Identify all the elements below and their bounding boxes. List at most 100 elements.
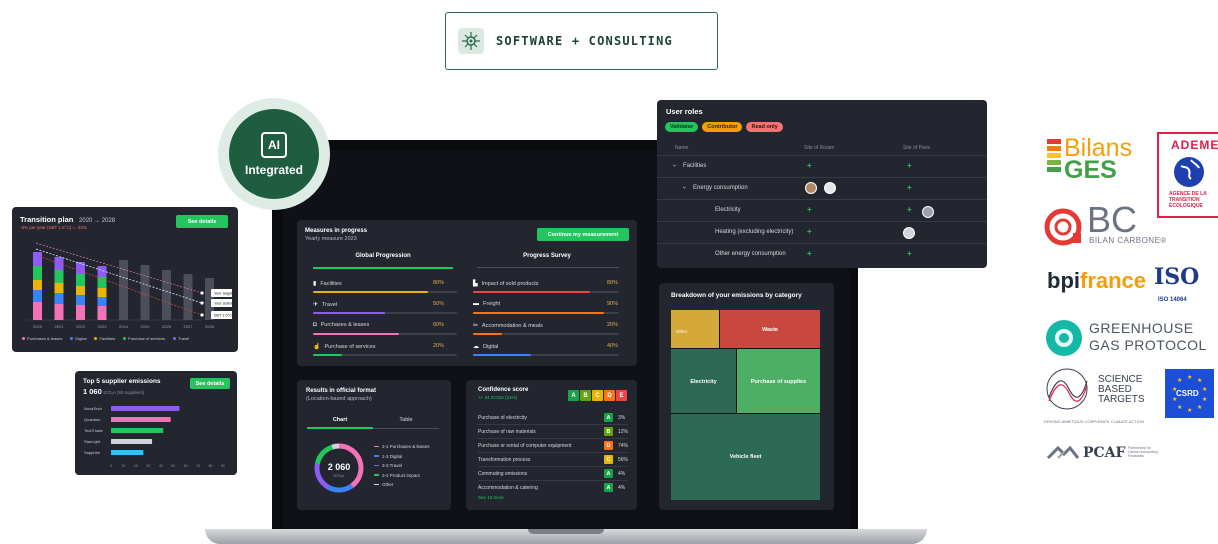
- avatar[interactable]: [903, 227, 915, 239]
- add-role-icon[interactable]: +: [807, 249, 812, 258]
- bilans-ges-logo-bars: [1047, 139, 1061, 181]
- measure-label: Travel: [322, 301, 338, 308]
- avatar[interactable]: [922, 206, 934, 218]
- measure-row[interactable]: ▙ Impact of sold products: [473, 280, 539, 288]
- treemap-vehicle-fleet[interactable]: Vehicle fleet: [671, 414, 820, 500]
- user-roles-row[interactable]: Other energy consumption + +: [657, 243, 987, 265]
- bar-segment-travel: [33, 252, 42, 266]
- treemap-electricity[interactable]: Electricity: [671, 349, 736, 413]
- iso-logo: ISO: [1154, 264, 1200, 290]
- tab-global-progression[interactable]: Global Progression: [313, 253, 453, 259]
- confidence-scale: ABCDE: [568, 390, 628, 401]
- pcaf-tagline: Partnership for Carbon Accounting Financ…: [1128, 446, 1158, 458]
- user-roles-row[interactable]: › Energy consumption +: [657, 177, 987, 199]
- role-pill[interactable]: Contributor: [702, 122, 743, 132]
- svg-text:★: ★: [1197, 377, 1202, 384]
- supplier-bar: [111, 428, 164, 433]
- measure-pct: 50%: [433, 301, 445, 307]
- see-more-link[interactable]: See 10 more: [478, 495, 504, 500]
- tab-table[interactable]: Table: [373, 417, 439, 423]
- supplier-bar: [111, 417, 171, 422]
- add-role-icon[interactable]: +: [907, 161, 912, 170]
- chevron-down-icon[interactable]: ›: [681, 186, 688, 188]
- user-roles-panel: User roles Validator Contributor Read only…: [657, 100, 987, 268]
- bar-segment-services: [33, 266, 42, 280]
- donut-slice: [331, 443, 340, 450]
- software-consulting-badge: SOFTWARE + CONSULTING: [445, 12, 718, 70]
- treemap-waste[interactable]: Waste: [720, 310, 820, 348]
- bar-segment-services: [54, 270, 64, 283]
- role-pill[interactable]: Validator: [665, 122, 699, 132]
- tab-progress-survey[interactable]: Progress Survey: [477, 253, 617, 259]
- transition-see-details-button[interactable]: See details: [176, 215, 228, 228]
- add-role-icon[interactable]: +: [807, 227, 812, 236]
- role-pill[interactable]: Read only: [746, 122, 783, 132]
- treemap-other[interactable]: Other: [671, 310, 719, 348]
- donut-slice: [327, 483, 354, 493]
- add-role-icon[interactable]: +: [807, 161, 812, 170]
- add-role-icon[interactable]: +: [807, 205, 812, 214]
- supplier-tick: 10: [121, 464, 125, 468]
- measure-bar-track: [313, 333, 457, 335]
- supplier-name: StarLight: [84, 439, 101, 444]
- confidence-pct: 3%: [618, 415, 626, 421]
- grade-scale-item: D: [604, 390, 615, 401]
- measure-label: Accommodation & meals: [482, 322, 543, 329]
- supplier-title: Top 5 supplier emissions: [83, 378, 161, 385]
- confidence-grade: D: [604, 441, 613, 450]
- measures-title: Measures in progress: [305, 228, 368, 234]
- results-legend-item: 2-1 Purchases & leases: [374, 444, 430, 449]
- measure-row[interactable]: ▮ Facilities: [313, 280, 342, 288]
- bar-segment-facilities: [54, 283, 64, 293]
- measure-row[interactable]: ▬ Freight: [473, 301, 500, 307]
- user-roles-row[interactable]: Heating (excluding electricity) +: [657, 221, 987, 243]
- supplier-tick: 0: [110, 464, 112, 468]
- continue-measurement-button[interactable]: Continue my measurement: [537, 228, 629, 241]
- hand-icon: ☝: [313, 344, 321, 350]
- treemap-vehicle-fleet-label: Vehicle fleet: [729, 454, 762, 460]
- measure-pct: 80%: [607, 280, 619, 286]
- svg-text:★: ★: [1177, 377, 1182, 384]
- bar-segment-facilities: [76, 286, 85, 295]
- sbt-tagline: DRIVING AMBITIOUS CORPORATE CLIMATE ACTI…: [1044, 419, 1144, 424]
- chevron-down-icon[interactable]: ›: [671, 164, 678, 166]
- measure-label: Digital: [483, 343, 499, 350]
- measure-row[interactable]: ☝ Purchase of services: [313, 343, 376, 351]
- add-role-icon[interactable]: +: [907, 183, 912, 192]
- svg-text:★: ★: [1187, 407, 1192, 414]
- avatar[interactable]: [805, 182, 817, 194]
- supplier-see-details-button[interactable]: See details: [190, 378, 230, 389]
- avatar[interactable]: [824, 182, 836, 194]
- projected-bar: [162, 270, 171, 320]
- measure-row[interactable]: ☁ Digital: [473, 343, 499, 351]
- measure-row[interactable]: ✂ Accommodation & meals: [473, 322, 543, 330]
- projected-bar: [140, 265, 150, 320]
- svg-text:★: ★: [1202, 386, 1207, 393]
- measure-row[interactable]: ◘ Purchases & leases: [313, 322, 369, 328]
- building-icon: ▮: [313, 281, 317, 287]
- supplier-bar: [111, 450, 144, 455]
- add-role-icon[interactable]: +: [907, 249, 912, 258]
- target-dot: [200, 313, 204, 317]
- treemap-electricity-label: Electricity: [690, 379, 717, 385]
- transition-plan-card: Transition plan 2020 → 2028 -3% per year…: [12, 207, 238, 352]
- iso-14064-text: ISO 14064: [1158, 297, 1187, 303]
- pcaf-text: PCAF: [1083, 445, 1126, 461]
- tab-divider: [477, 267, 619, 268]
- add-role-icon[interactable]: +: [907, 205, 912, 214]
- treemap-purchase-supplies[interactable]: Purchase of supplies: [737, 349, 820, 413]
- bar-segment-purchases: [97, 306, 107, 320]
- supplier-bar: [111, 406, 180, 411]
- user-roles-row-name: Other energy consumption: [715, 251, 786, 257]
- user-roles-row[interactable]: › Facilities + +: [657, 155, 987, 177]
- measures-panel: Measures in progress Yearly measure 2023…: [297, 220, 637, 366]
- user-roles-row[interactable]: Electricity + +: [657, 199, 987, 221]
- tab-chart[interactable]: Chart: [307, 417, 373, 423]
- bar-segment-digital: [76, 295, 85, 305]
- measure-bar-track: [473, 354, 619, 356]
- measure-row[interactable]: ✈ Travel: [313, 301, 338, 309]
- measure-label: Purchases & leases: [320, 322, 370, 328]
- supplier-tick: 70: [196, 464, 200, 468]
- supplier-tick: 80: [209, 464, 213, 468]
- france-text: france: [1080, 268, 1147, 293]
